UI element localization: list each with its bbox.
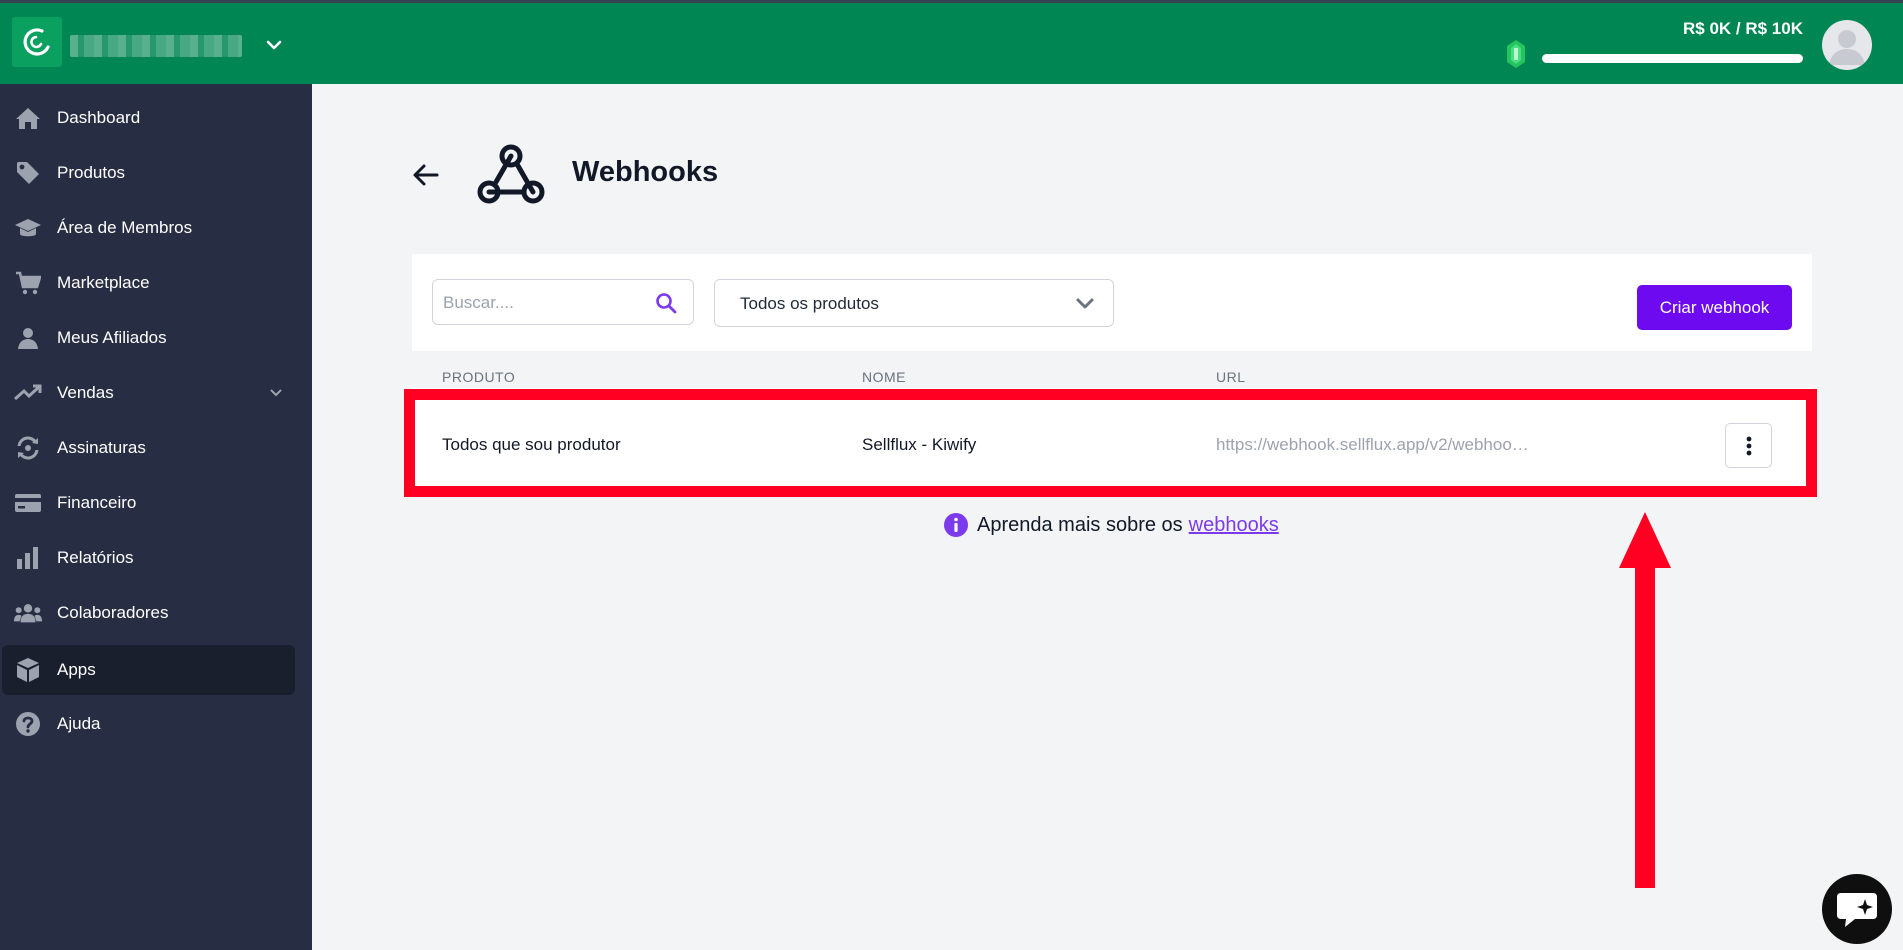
column-header-nome: NOME [862,369,906,385]
sidebar-item-area-de-membros[interactable]: Área de Membros [2,203,295,253]
webhook-icon [477,144,545,204]
sidebar-item-apps[interactable]: Apps [2,645,295,695]
sidebar-item-financeiro[interactable]: Financeiro [2,478,295,528]
bar-chart-icon [14,545,42,571]
gem-icon [1507,40,1525,68]
sidebar-item-label: Relatórios [57,548,134,567]
product-filter-value: Todos os produtos [740,294,879,313]
home-icon [14,105,42,131]
cube-icon [14,657,42,683]
sidebar-item-dashboard[interactable]: Dashboard [2,93,295,143]
sidebar-item-label: Produtos [57,163,126,182]
annotation-arrow-up [1619,512,1671,888]
avatar[interactable] [1822,20,1872,70]
user-avatar-icon [1829,30,1865,65]
chat-support-button[interactable] [1822,874,1892,944]
chat-bubble-icon [1837,893,1877,927]
search-field[interactable] [432,279,694,325]
sidebar-item-relatorios[interactable]: Relatórios [2,533,295,583]
chevron-down-icon [1076,298,1094,309]
back-arrow-icon[interactable] [410,159,442,191]
sidebar-item-label: Financeiro [57,493,137,512]
info-text: Aprenda mais sobre os [977,513,1183,536]
sidebar-item-meus-afiliados[interactable]: Meus Afiliados [2,313,295,363]
cart-icon [14,270,42,296]
webhooks-docs-link[interactable]: webhooks [1189,514,1279,537]
sidebar-item-label: Área de Membros [57,218,193,237]
sidebar-item-colaboradores[interactable]: Colaboradores [2,588,295,638]
sidebar-item-marketplace[interactable]: Marketplace [2,258,295,308]
user-icon [14,325,42,351]
credit-card-icon [14,490,42,516]
sidebar-item-label: Apps [57,660,96,679]
page-title: Webhooks [572,156,719,188]
chevron-down-icon[interactable] [264,35,284,55]
sidebar-item-label: Marketplace [57,273,150,292]
annotation-highlight-box [404,389,1817,497]
create-webhook-button[interactable]: Criar webhook [1637,285,1792,330]
trending-up-icon [14,380,42,406]
graduation-cap-icon [14,215,42,241]
table-header [412,351,1812,388]
info-icon [944,513,968,537]
column-header-produto: PRODUTO [442,369,516,385]
top-bar [0,3,1903,84]
chevron-down-icon[interactable] [267,384,285,402]
sidebar-item-produtos[interactable]: Produtos [2,148,295,198]
tag-icon [14,160,42,186]
sidebar-item-label: Vendas [57,383,114,402]
users-icon [14,600,42,626]
sidebar-item-label: Assinaturas [57,438,146,457]
sidebar-item-label: Colaboradores [57,603,169,622]
revenue-goal-label: R$ 0K / R$ 10K [1683,19,1803,38]
revenue-goal-progress [1542,54,1803,63]
sidebar-item-label: Dashboard [57,108,141,127]
sidebar-item-assinaturas[interactable]: Assinaturas [2,423,295,473]
search-icon[interactable] [655,292,677,314]
info-help-text: Aprenda mais sobre os webhooks [944,513,1279,537]
sidebar-item-label: Meus Afiliados [57,328,167,347]
sidebar-item-label: Ajuda [57,714,101,733]
kiwi-icon [23,28,50,56]
kiwify-logo[interactable] [12,17,62,67]
search-input[interactable] [443,290,643,316]
column-header-url: URL [1216,369,1246,385]
help-icon [14,711,42,737]
sidebar-item-vendas[interactable]: Vendas [2,368,295,418]
refresh-icon [14,435,42,461]
sidebar-item-ajuda[interactable]: Ajuda [2,699,295,749]
product-filter-select[interactable]: Todos os produtos [714,279,1114,327]
